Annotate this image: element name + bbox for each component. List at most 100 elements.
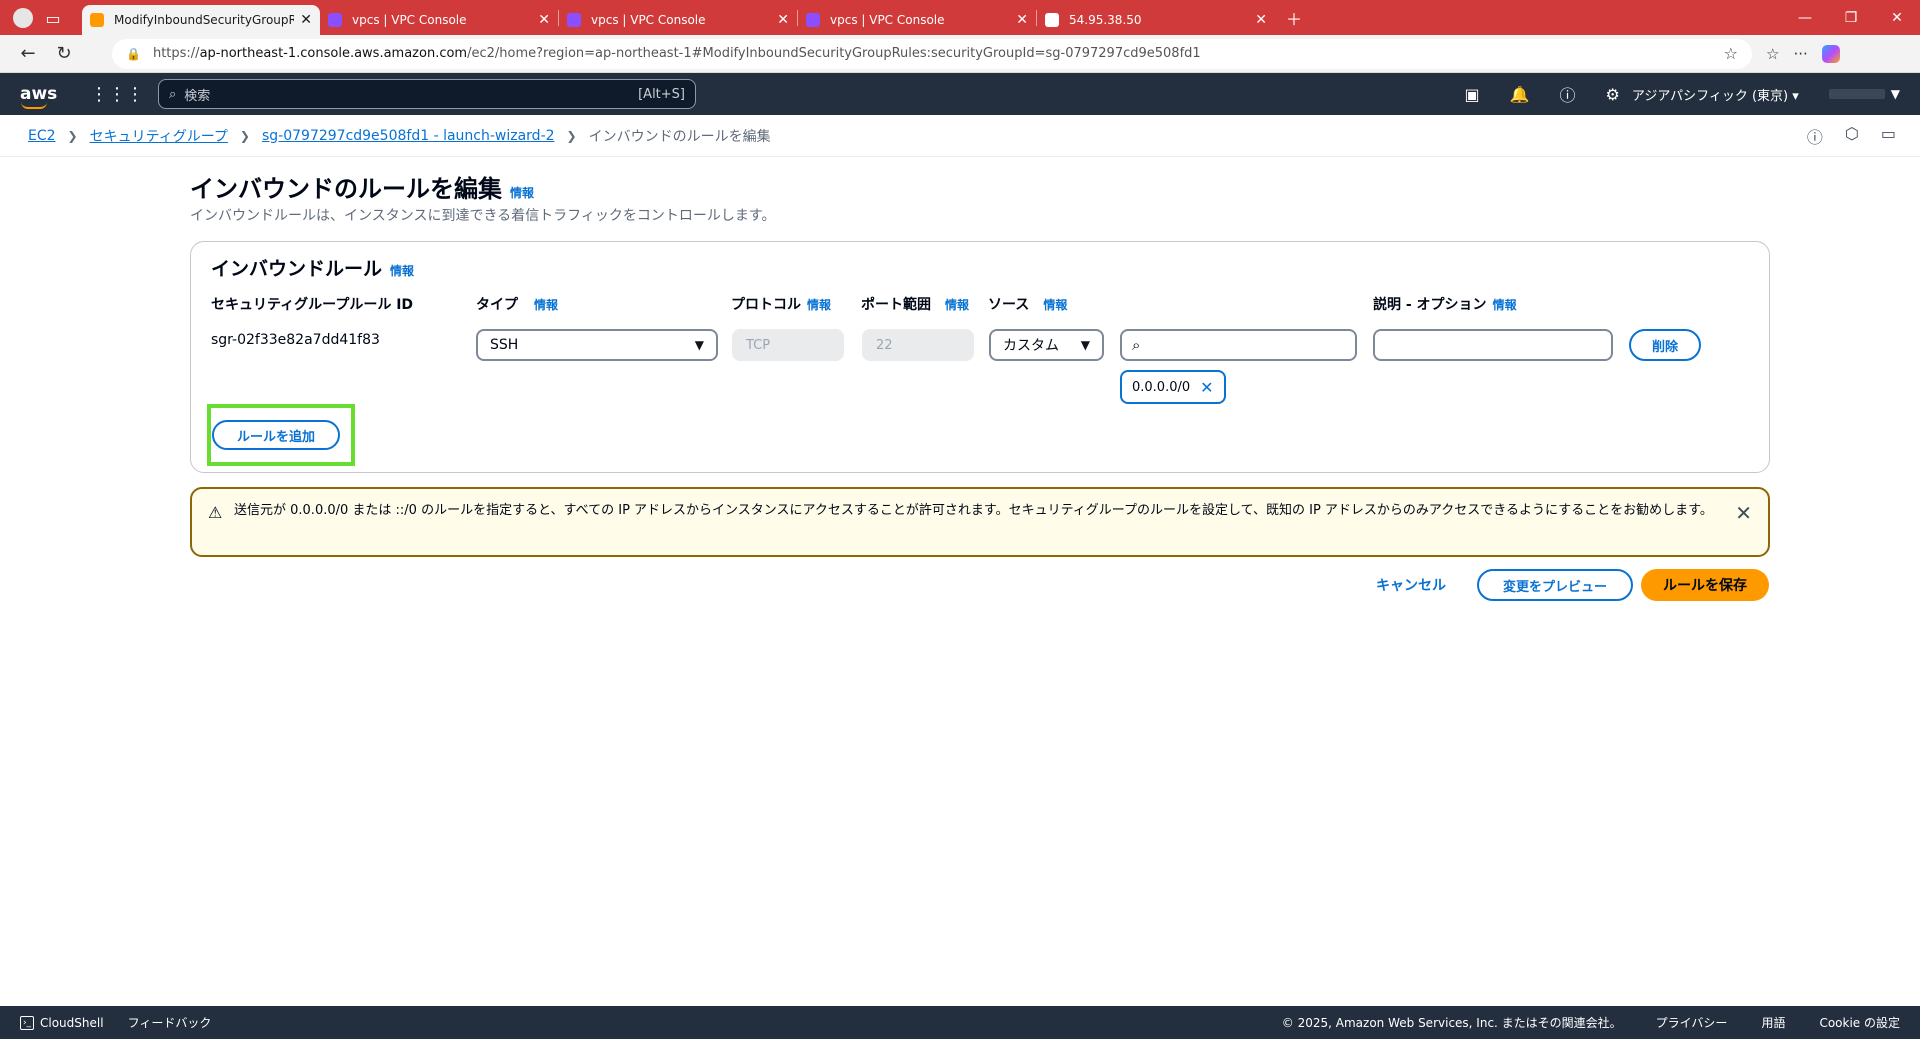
column-header-type: タイプ 情報 [476,294,558,314]
search-input[interactable]: ⌕ 検索 [Alt+S] [158,79,696,109]
aws-top-nav: aws ⋮⋮⋮ ⌕ 検索 [Alt+S] ▣ 🔔 ⓘ ⚙ アジアパシフィック (… [0,73,1920,115]
source-type-select[interactable]: カスタム ▼ [989,329,1104,361]
source-token-value: 0.0.0.0/0 [1132,379,1191,395]
cloudshell-icon[interactable]: ›_ [20,1015,34,1030]
breadcrumb-current: インバウンドのルールを編集 [588,128,771,145]
preview-changes-button[interactable]: 変更をプレビュー [1477,569,1633,601]
inbound-rules-panel: インバウンドルール 情報 セキュリティグループルール ID タイプ 情報 プロトコル… [190,241,1770,473]
new-tab-icon[interactable]: ＋ [1279,1,1309,35]
minimize-icon[interactable]: — [1782,10,1828,26]
close-tab-icon[interactable]: ✕ [777,12,789,28]
aws-favicon-icon [90,13,104,27]
chevron-right-icon: ❯ [67,128,78,143]
column-header-description-text: 説明 - オプション [1373,297,1487,313]
close-tab-icon[interactable]: ✕ [1255,12,1267,28]
close-tab-icon[interactable]: ✕ [1016,12,1028,28]
protocol-info-link[interactable]: 情報 [807,298,831,312]
tab-ip-address[interactable]: 54.95.38.50 ✕ [1037,5,1275,35]
dismiss-token-icon[interactable]: ✕ [1200,378,1213,397]
close-tab-icon[interactable]: ✕ [538,12,550,28]
back-icon[interactable]: ← [10,43,46,64]
add-rule-button[interactable]: ルールを追加 [212,420,340,450]
tab-modify-inbound[interactable]: ModifyInboundSecurityGroupRule ✕ [82,5,320,35]
page-info-link[interactable]: 情報 [510,186,534,200]
feedback-link[interactable]: フィードバック [128,1014,212,1031]
breadcrumb: EC2 ❯ セキュリティグループ ❯ sg-0797297cd9e508fd1 … [0,115,1920,157]
close-window-icon[interactable]: ✕ [1874,10,1920,26]
column-header-source-text: ソース [988,297,1030,313]
favorites-icon[interactable]: ☆ [1766,45,1779,63]
port-info-link[interactable]: 情報 [945,298,969,312]
warning-icon: ⚠ [208,503,223,522]
search-icon: ⌕ [169,86,177,102]
description-input[interactable] [1373,329,1613,361]
info-panel-icon[interactable]: ⓘ [1807,124,1823,148]
breadcrumb-security-group-id[interactable]: sg-0797297cd9e508fd1 - launch-wizard-2 [262,128,555,144]
close-tab-icon[interactable]: ✕ [300,12,312,28]
cloudshell-icon[interactable]: ▣ [1464,85,1479,104]
type-select[interactable]: SSH ▼ [476,329,718,361]
description-info-link[interactable]: 情報 [1493,298,1517,312]
region-selector[interactable]: アジアパシフィック (東京) ▾ [1632,85,1799,104]
panel-info-link[interactable]: 情報 [390,264,414,278]
services-grid-icon[interactable]: ⋮⋮⋮ [90,84,144,105]
tab-title: vpcs | VPC Console [352,13,467,27]
tab-vpc-console-2[interactable]: vpcs | VPC Console ✕ [559,5,797,35]
account-caret-icon[interactable]: ▼ [1891,87,1900,101]
source-token: 0.0.0.0/0 ✕ [1120,370,1226,404]
cloudshell-link[interactable]: CloudShell [40,1016,104,1030]
copilot-icon[interactable] [1821,44,1840,63]
column-header-protocol: プロトコル 情報 [731,294,831,314]
url-host: ap-northeast-1.console.aws.amazon.com [199,46,468,61]
type-info-link[interactable]: 情報 [534,298,558,312]
help-icon[interactable]: ⓘ [1560,82,1576,106]
save-rules-button[interactable]: ルールを保存 [1641,569,1769,601]
column-header-source: ソース 情報 [988,294,1067,314]
form-actions: キャンセル 変更をプレビュー ルールを保存 [190,569,1770,603]
search-icon: ⌕ [1132,336,1141,354]
source-type-value: カスタム [1003,338,1059,354]
window-controls: — ❐ ✕ [1782,0,1920,35]
caret-down-icon: ▼ [694,338,704,352]
lock-icon[interactable]: 🔒 [126,47,141,61]
type-select-value: SSH [490,337,519,353]
notifications-bell-icon[interactable]: 🔔 [1510,85,1530,104]
page-description: インバウンドルールは、インスタンスに到達できる着信トラフィックをコントロールしま… [190,208,776,224]
url-path: /ec2/home?region=ap-northeast-1#ModifyIn… [467,46,1201,61]
terms-link[interactable]: 用語 [1761,1014,1785,1031]
more-menu-icon[interactable]: ··· [1793,45,1807,63]
display-settings-icon[interactable]: ▭ [1881,124,1896,148]
column-header-port-text: ポート範囲 [861,297,931,313]
tab-vpc-console-1[interactable]: vpcs | VPC Console ✕ [320,5,558,35]
browser-tab-bar: ▭ ModifyInboundSecurityGroupRule ✕ vpcs … [0,0,1920,35]
aws-logo[interactable]: aws [20,85,60,109]
cookie-settings-link[interactable]: Cookie の設定 [1819,1014,1900,1031]
search-placeholder: 検索 [184,88,211,104]
panel-title: インバウンドルール 情報 [211,254,414,281]
url-field[interactable]: 🔒 https://ap-northeast-1.console.aws.ama… [112,38,1752,69]
breadcrumb-security-groups[interactable]: セキュリティグループ [90,126,228,146]
source-search-input[interactable]: ⌕ [1120,329,1357,361]
feedback-icon[interactable]: ⬡ [1845,124,1859,148]
breadcrumb-ec2[interactable]: EC2 [28,128,56,144]
column-header-type-text: タイプ [476,297,518,313]
delete-button[interactable]: 削除 [1629,329,1701,361]
reload-icon[interactable]: ↻ [46,43,82,64]
vpc-favicon-icon [806,13,820,27]
tab-actions-icon[interactable]: ▭ [38,1,68,35]
tab-vpc-console-3[interactable]: vpcs | VPC Console ✕ [798,5,1036,35]
profile-icon[interactable] [8,1,38,35]
settings-gear-icon[interactable]: ⚙ [1606,85,1620,104]
cancel-button[interactable]: キャンセル [1376,569,1446,601]
favorite-star-icon[interactable]: ☆ [1724,44,1738,63]
close-icon[interactable]: ✕ [1735,501,1752,525]
vpc-favicon-icon [328,13,342,27]
restore-icon[interactable]: ❐ [1828,10,1874,26]
account-menu[interactable] [1828,89,1885,99]
source-info-link[interactable]: 情報 [1043,298,1067,312]
panel-title-text: インバウンドルール [211,258,383,280]
column-header-rule-id: セキュリティグループルール ID [211,297,414,313]
console-footer: ›_ CloudShell フィードバック © 2025, Amazon Web… [0,1006,1920,1039]
privacy-link[interactable]: プライバシー [1656,1014,1728,1031]
search-shortcut: [Alt+S] [638,86,685,102]
